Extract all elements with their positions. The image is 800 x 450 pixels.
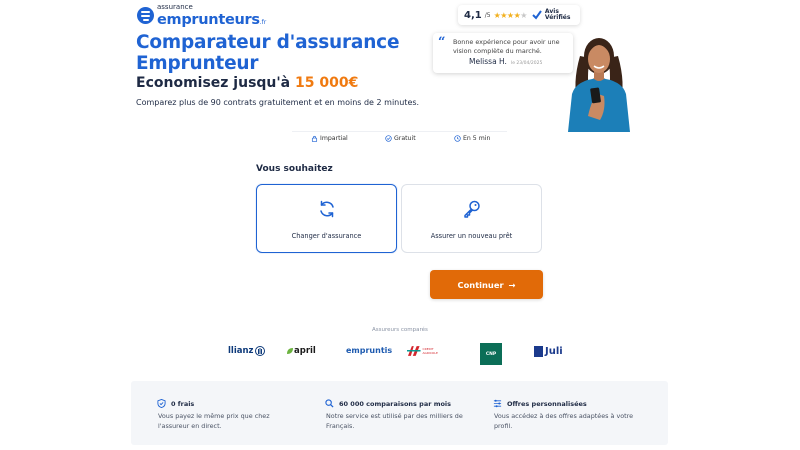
rating-max: /5 <box>484 11 491 19</box>
continue-label: Continuer <box>457 279 504 290</box>
person-with-phone-image <box>568 38 630 132</box>
insurer-logo-april: april <box>286 346 316 356</box>
insurer-name: llianz <box>228 346 254 356</box>
benefit-offres: Offres personnalisées Vous accédez à des… <box>493 399 634 431</box>
julia-square-icon <box>534 346 543 357</box>
choice-changer-assurance[interactable]: Changer d'assurance <box>256 184 397 253</box>
lock-icon <box>311 135 318 142</box>
benefit-0-frais: 0 frais Vous payez le même prix que chez… <box>157 399 298 431</box>
feature-gratuit: Gratuit <box>385 135 416 142</box>
testimonial-date: le 23/04/2025 <box>510 61 543 66</box>
rating-source: Avis Vérifiés <box>544 8 571 21</box>
allianz-eagle-icon <box>255 346 266 356</box>
insurers-title: Assureurs comparés <box>372 327 428 333</box>
insurer-name: CREDIT AGRICOLE <box>422 347 438 355</box>
hero-lead: Comparez plus de 90 contrats gratuitemen… <box>136 98 420 107</box>
savings-prefix: Economisez jusqu'à <box>136 75 295 91</box>
rating-stars-icon: ★★★★★ <box>493 10 528 20</box>
sliders-icon <box>493 399 502 408</box>
benefit-text: Notre service est utilisé par des millie… <box>326 412 463 430</box>
choice-nouveau-pret[interactable]: Assurer un nouveau prêt <box>401 184 542 253</box>
site-logo[interactable]: assurance emprunteurs.fr <box>137 4 266 28</box>
key-icon <box>463 200 480 218</box>
choice-label: Changer d'assurance <box>291 232 362 240</box>
insurer-name: Juli <box>545 346 563 357</box>
insurer-logo-empruntis: empruntis <box>346 346 392 355</box>
rating-badge[interactable]: 4,1 /5 ★★★★★ Avis Vérifiés <box>458 5 580 25</box>
page-title: Comparateur d'assurance Emprunteur <box>136 32 400 74</box>
savings-subtitle: Economisez jusqu'à 15 000€ <box>136 75 358 91</box>
search-icon <box>325 399 334 408</box>
benefit-comparaisons: 60 000 comparaisons par mois Notre servi… <box>325 399 466 431</box>
insurer-logo-credit-agricole: CREDIT AGRICOLE <box>407 344 449 358</box>
feature-label: En 5 min <box>463 135 491 142</box>
insurer-name: empruntis <box>346 346 393 355</box>
insurer-name: CNP <box>485 351 497 357</box>
logo-mark-icon <box>137 7 154 25</box>
insurer-name: april <box>294 346 316 356</box>
benefit-text: Vous payez le même prix que chez l'assur… <box>158 412 270 430</box>
benefit-title: Offres personnalisées <box>507 399 587 408</box>
insurer-logo-cnp: CNP <box>480 343 502 365</box>
quote-icon: “ <box>438 35 446 50</box>
testimonial-author: Melissa H. <box>469 57 507 66</box>
shield-icon <box>157 399 166 408</box>
choice-label: Assurer un nouveau prêt <box>430 232 513 240</box>
feature-impartial: Impartial <box>311 135 348 142</box>
form-question: Vous souhaitez <box>256 164 333 174</box>
testimonial-card: “ Bonne expérience pour avoir une vision… <box>433 33 573 73</box>
check-circle-icon <box>385 135 392 142</box>
logo-big-text: emprunteurs <box>157 12 260 28</box>
benefit-title: 0 frais <box>171 399 195 408</box>
refresh-icon <box>319 200 334 218</box>
logo-tld: .fr <box>259 19 267 26</box>
feature-label: Gratuit <box>394 135 416 142</box>
testimonial-quote: Bonne expérience pour avoir une vision c… <box>453 38 560 55</box>
logo-small-text: assurance <box>157 3 193 11</box>
rating-score: 4,1 <box>464 9 482 21</box>
feature-5min: En 5 min <box>454 135 490 142</box>
arrow-right-icon: → <box>508 279 516 290</box>
credit-agricole-logo-icon <box>407 346 421 356</box>
benefit-title: 60 000 comparaisons par mois <box>339 399 452 408</box>
feature-label: Impartial <box>320 135 348 142</box>
clock-icon <box>454 135 461 142</box>
benefit-text: Vous accédez à des offres adaptées à vot… <box>494 412 634 430</box>
benefits-panel: 0 frais Vous payez le même prix que chez… <box>131 381 668 445</box>
continue-button[interactable]: Continuer → <box>430 270 543 299</box>
insurer-logo-allianz: llianz <box>228 346 266 356</box>
april-leaf-icon <box>287 348 293 354</box>
avis-verifies-check-icon <box>532 10 542 20</box>
insurer-logo-julia: Juli <box>534 346 563 357</box>
savings-amount: 15 000€ <box>295 75 359 91</box>
